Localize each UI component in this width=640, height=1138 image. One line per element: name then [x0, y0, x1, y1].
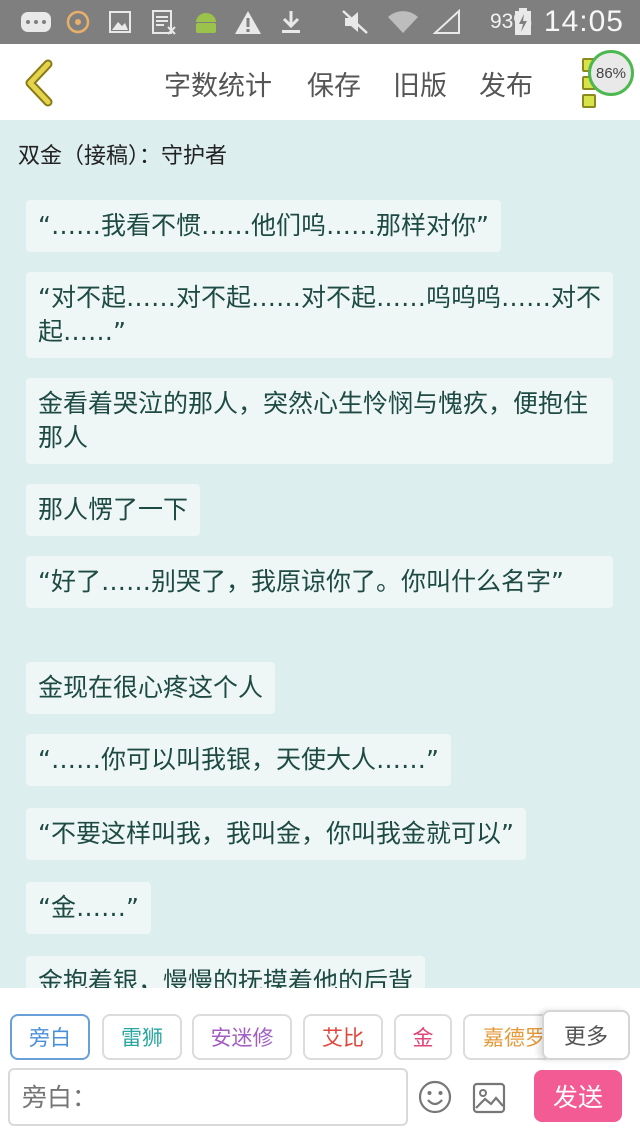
role-button[interactable]: 安迷修: [192, 1014, 292, 1060]
more-roles-button[interactable]: 更多: [542, 1010, 630, 1060]
send-button[interactable]: 发送: [534, 1070, 622, 1122]
keyboard-icon: [18, 8, 54, 36]
image-icon: [106, 8, 134, 36]
document-title: 双金（接稿）：守护者: [18, 144, 228, 169]
role-button-narrator[interactable]: 旁白: [10, 1014, 90, 1060]
composer: 旁白 雷狮 安迷修 艾比 金 嘉德罗斯 更多 发送: [0, 988, 640, 1138]
message-bubble[interactable]: 金现在很心疼这个人: [26, 662, 276, 714]
image-upload-icon[interactable]: [472, 1082, 506, 1114]
news-icon: [150, 8, 178, 36]
browser-icon: [64, 8, 92, 36]
message-input[interactable]: [8, 1068, 408, 1126]
battery-icon: [512, 8, 534, 36]
role-button[interactable]: 雷狮: [102, 1014, 182, 1060]
warning-icon: [234, 8, 262, 36]
role-button[interactable]: 金: [394, 1014, 452, 1060]
message-bubble[interactable]: “……我看不惯……他们呜……那样对你”: [26, 200, 501, 252]
back-button[interactable]: [20, 58, 64, 108]
emoji-icon[interactable]: [418, 1080, 452, 1114]
clock: 14:05: [543, 5, 624, 38]
word-count-button[interactable]: 字数统计: [164, 64, 272, 103]
message-bubble[interactable]: 金看着哭泣的那人，突然心生怜悯与愧疚，便抱住那人: [26, 378, 613, 464]
mute-icon: [340, 8, 370, 36]
message-list[interactable]: 双金（接稿）：守护者 “……我看不惯……他们呜……那样对你” “对不起……对不起…: [0, 120, 640, 988]
message-bubble[interactable]: 金抱着银，慢慢的抚摸着他的后背: [26, 956, 426, 988]
message-bubble[interactable]: “对不起……对不起……对不起……呜呜呜……对不起……”: [26, 272, 613, 358]
message-bubble[interactable]: “好了……别哭了，我原谅你了。你叫什么名字”: [26, 556, 613, 608]
top-toolbar: 字数统计 保存 旧版 发布: [0, 44, 640, 120]
status-bar: 93% 14:05: [0, 0, 640, 44]
message-bubble[interactable]: “不要这样叫我，我叫金，你叫我金就可以”: [26, 808, 526, 860]
role-button[interactable]: 艾比: [303, 1014, 383, 1060]
progress-badge: 86%: [588, 50, 634, 96]
wifi-icon: [386, 8, 420, 36]
message-bubble[interactable]: “……你可以叫我银，天使大人……”: [26, 734, 451, 786]
role-button[interactable]: 嘉德罗斯: [463, 1014, 553, 1060]
old-version-button[interactable]: 旧版: [393, 64, 447, 103]
download-icon: [278, 8, 304, 36]
android-icon: [192, 8, 220, 36]
signal-icon: [432, 8, 462, 36]
message-bubble[interactable]: 那人愣了一下: [26, 484, 201, 536]
save-button[interactable]: 保存: [307, 64, 361, 103]
publish-button[interactable]: 发布: [479, 64, 533, 103]
message-bubble[interactable]: “金……”: [26, 882, 151, 934]
